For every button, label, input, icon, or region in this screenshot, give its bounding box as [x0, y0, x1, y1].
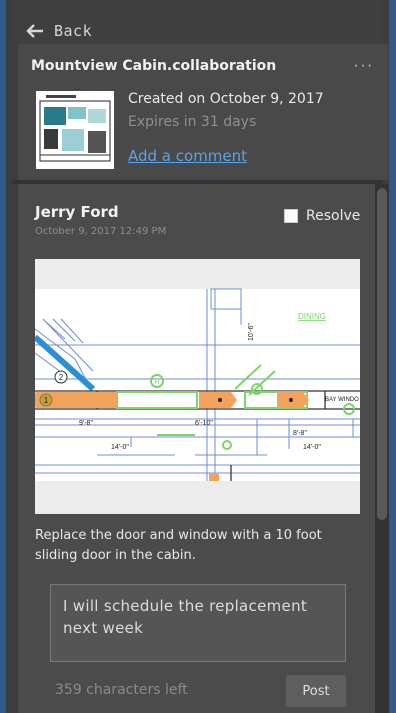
collaboration-title: Mountview Cabin.collaboration — [31, 58, 277, 74]
plan-dim-9-8: 9'-8" — [79, 420, 93, 427]
plan-dim-14-0a: 14'-0" — [111, 444, 129, 451]
comment-author: Jerry Ford — [35, 203, 119, 221]
comment-card: Jerry Ford October 9, 2017 12:49 PM Reso… — [18, 184, 375, 713]
resolve-label: Resolve — [306, 208, 361, 224]
plan-marker-1: 1 — [44, 396, 49, 405]
plan-label-dining: DINING — [298, 312, 326, 321]
plan-dim-6-10: 6'-10" — [195, 420, 213, 427]
resolve-checkbox[interactable] — [284, 209, 298, 223]
drawing-thumbnail[interactable] — [36, 91, 114, 169]
top-bar: Back — [12, 0, 382, 44]
plan-dim-8-8: 8'-8" — [293, 430, 307, 437]
markup-snapshot[interactable]: 1 2 H DINING BAY WINDO 10'-6" 9'-8" 6'-1… — [32, 259, 360, 514]
plan-marker-2: 2 — [59, 373, 64, 382]
characters-left: 359 characters left — [55, 682, 188, 698]
plan-dim-14-0b: 14'-0" — [303, 444, 321, 451]
back-button[interactable]: Back — [26, 20, 92, 42]
resolve-toggle[interactable]: Resolve — [284, 208, 360, 224]
plan-marker-h: H — [154, 379, 159, 386]
expiry-info: Expires in 31 days — [128, 114, 257, 130]
comment-body: Replace the door and window with a 10 fo… — [35, 528, 322, 563]
collaboration-card: Mountview Cabin.collaboration ··· Create… — [18, 44, 388, 180]
reply-input[interactable]: I will schedule the replacement next wee… — [50, 584, 346, 662]
scrollbar-thumb[interactable] — [377, 188, 387, 520]
more-options-icon[interactable]: ··· — [354, 57, 374, 75]
back-arrow-icon — [26, 24, 43, 38]
created-date: Created on October 9, 2017 — [128, 91, 324, 107]
comment-timestamp: October 9, 2017 12:49 PM — [35, 226, 167, 237]
plan-dim-10-6: 10'-6" — [248, 323, 255, 341]
back-label: Back — [54, 22, 93, 40]
post-button[interactable]: Post — [286, 675, 346, 707]
plan-label-bay-window: BAY WINDO — [325, 397, 359, 403]
collaboration-panel: Back Mountview Cabin.collaboration ··· C… — [0, 0, 396, 713]
add-comment-link[interactable]: Add a comment — [128, 147, 247, 165]
